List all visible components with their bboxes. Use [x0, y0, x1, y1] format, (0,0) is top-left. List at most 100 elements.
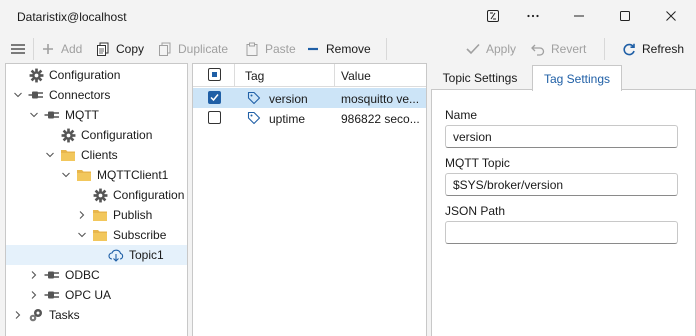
chevron-down-icon[interactable]: [12, 89, 24, 101]
add-label: Add: [61, 42, 83, 56]
download-icon: [108, 247, 124, 263]
table-row[interactable]: uptime 986822 seco...: [193, 108, 426, 128]
chevron-right-icon[interactable]: [12, 309, 24, 321]
tag-grid[interactable]: Tag Value version mosquitto ve... uptime 98…: [192, 63, 427, 336]
chevron-right-icon[interactable]: [28, 269, 40, 281]
toolbar-separator: [386, 38, 387, 60]
tree-item-label: MQTT: [65, 108, 99, 122]
mqtt-topic-label: MQTT Topic: [445, 156, 510, 170]
tree-item[interactable]: ODBC: [6, 265, 187, 285]
tree-item-label: Configuration: [49, 68, 121, 82]
window-title: Dataristix@localhost: [17, 10, 127, 24]
tag-value-cell: mosquitto ve...: [341, 92, 420, 106]
chevron-right-icon[interactable]: [28, 289, 40, 301]
tree-item-label: Tasks: [49, 308, 80, 322]
tab-label: Tag Settings: [543, 71, 611, 86]
checkmark-icon: [466, 42, 480, 56]
json-path-field[interactable]: [445, 221, 678, 244]
duplicate-button[interactable]: Duplicate: [158, 41, 228, 57]
close-button[interactable]: [648, 0, 694, 34]
tag-icon: [247, 91, 261, 105]
minimize-button[interactable]: [556, 0, 602, 34]
copy-button[interactable]: Copy: [96, 41, 144, 57]
tree-item[interactable]: Clients: [6, 145, 187, 165]
tree-item[interactable]: OPC UA: [6, 285, 187, 305]
chevron-down-icon[interactable]: [44, 149, 56, 161]
tree-item-label: Clients: [81, 148, 118, 162]
column-header-value[interactable]: Value: [341, 69, 371, 83]
chevron-down-icon[interactable]: [60, 169, 72, 181]
add-button[interactable]: Add: [41, 41, 82, 57]
tree-item-label: Connectors: [49, 88, 111, 102]
chevron-right-icon[interactable]: [76, 209, 88, 221]
plus-icon: [41, 42, 55, 56]
chevron-down-icon[interactable]: [28, 109, 40, 121]
paste-label: Paste: [265, 42, 296, 56]
plug-icon: [44, 267, 60, 283]
tree-item[interactable]: MQTT: [6, 105, 187, 125]
mqtt-topic-field[interactable]: [445, 173, 678, 196]
toolbar: Add Copy Duplicate Paste Remove Apply Re…: [0, 34, 696, 63]
table-row[interactable]: version mosquitto ve...: [193, 88, 426, 108]
paste-button[interactable]: Paste: [245, 41, 296, 57]
tree-item[interactable]: MQTTClient1: [6, 165, 187, 185]
apply-label: Apply: [486, 42, 517, 56]
column-header-tag[interactable]: Tag: [245, 69, 264, 83]
row-checkbox[interactable]: [208, 111, 221, 124]
tree-item-label: Subscribe: [113, 228, 167, 242]
gears-icon: [28, 307, 44, 323]
chevron-down-icon[interactable]: [76, 229, 88, 241]
remove-button[interactable]: Remove: [306, 41, 371, 57]
tag-settings-form: Name MQTT Topic JSON Path: [431, 89, 696, 336]
maximize-button[interactable]: [602, 0, 648, 34]
column-separator[interactable]: [334, 64, 335, 86]
tree-item-label: MQTTClient1: [97, 168, 169, 182]
tree-item[interactable]: Connectors: [6, 85, 187, 105]
tree-item[interactable]: Topic1: [6, 245, 187, 265]
tab-topic-settings[interactable]: Topic Settings: [431, 65, 529, 90]
tree-item[interactable]: Configuration: [6, 65, 187, 85]
undo-icon: [531, 42, 545, 56]
revert-button[interactable]: Revert: [531, 41, 586, 57]
tag-icon: [247, 111, 261, 125]
tag-name-cell: uptime: [269, 112, 306, 126]
hamburger-icon: [11, 42, 25, 56]
tab-tag-settings[interactable]: Tag Settings: [532, 65, 622, 91]
tree-item-label: ODBC: [65, 268, 100, 282]
copy-label: Copy: [116, 42, 145, 56]
tree-item[interactable]: Tasks: [6, 305, 187, 325]
maximize-icon: [619, 10, 631, 25]
settings-tabs: Topic Settings Tag Settings: [431, 63, 696, 91]
copy-icon: [96, 42, 110, 56]
tree-item[interactable]: Configuration: [6, 185, 187, 205]
tree-item-label: Publish: [113, 208, 153, 222]
refresh-button[interactable]: Refresh: [622, 41, 684, 57]
tree-item[interactable]: Subscribe: [6, 225, 187, 245]
tree-item[interactable]: Publish: [6, 205, 187, 225]
folder-icon: [60, 147, 76, 163]
folder-icon: [76, 167, 92, 183]
name-label: Name: [445, 108, 478, 122]
json-path-label: JSON Path: [445, 204, 506, 218]
tree-item[interactable]: Configuration: [6, 125, 187, 145]
folder-icon: [92, 227, 108, 243]
gear-icon: [60, 127, 76, 143]
tag-name-cell: version: [269, 92, 308, 106]
menu-button[interactable]: [11, 41, 25, 57]
snap-icon: [486, 9, 500, 26]
name-field[interactable]: [445, 125, 678, 148]
apply-button[interactable]: Apply: [466, 41, 516, 57]
select-all-checkbox[interactable]: [208, 68, 221, 81]
more-button[interactable]: [510, 0, 556, 34]
column-separator[interactable]: [234, 64, 235, 86]
tab-label: Topic Settings: [442, 70, 518, 85]
minimize-icon: [573, 10, 585, 25]
settings-panel: Topic Settings Tag Settings Name MQTT To…: [431, 63, 696, 336]
grid-header: Tag Value: [193, 64, 426, 87]
row-checkbox[interactable]: [208, 91, 221, 104]
plug-icon: [44, 107, 60, 123]
paste-icon: [245, 42, 259, 56]
connector-tree[interactable]: Configuration Connectors MQTT Configuration…: [5, 63, 188, 336]
